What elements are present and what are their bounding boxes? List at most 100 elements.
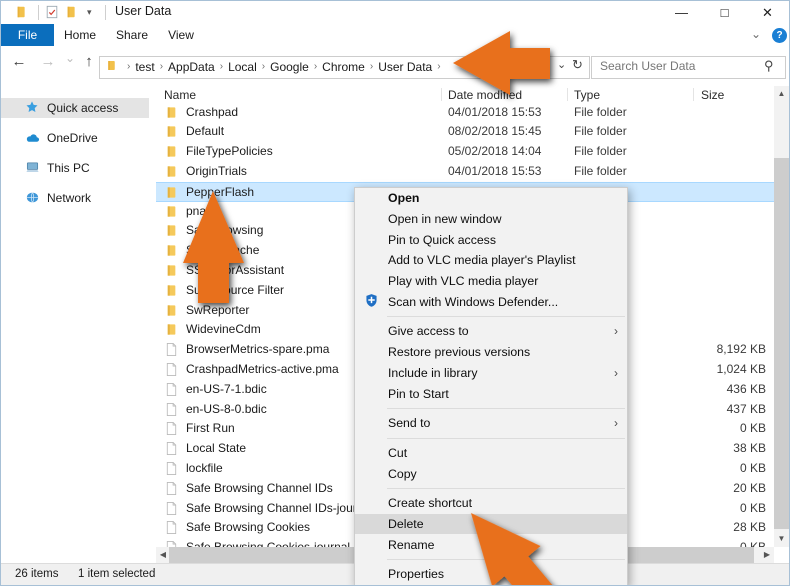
breadcrumb-sep: ›	[127, 61, 131, 72]
menu-item-delete[interactable]: Delete	[355, 513, 627, 535]
refresh-icon[interactable]: ↻	[572, 57, 583, 73]
menu-item-pin-to-start[interactable]: Pin to Start	[355, 383, 627, 404]
column-header-name[interactable]: Name	[164, 88, 196, 102]
customize-toolbar-chevron-icon[interactable]: ▾	[87, 7, 92, 17]
folder-icon	[164, 263, 180, 279]
menu-item-label: Delete	[388, 516, 424, 531]
menu-item-create-shortcut[interactable]: Create shortcut	[355, 493, 627, 514]
menu-item-give-access-to[interactable]: Give access to ›	[355, 321, 627, 342]
menu-item-scan-with-windows-defender[interactable]: Scan with Windows Defender...	[355, 291, 627, 312]
tab-view[interactable]: View	[158, 24, 204, 46]
sidebar-item-network[interactable]: Network	[1, 188, 149, 208]
file-name: CrashpadMetrics-active.pma	[186, 361, 339, 376]
sidebar-label: This PC	[47, 161, 90, 175]
menu-item-rename[interactable]: Rename	[355, 534, 627, 555]
menu-item-pin-to-quick-access[interactable]: Pin to Quick access	[355, 229, 627, 250]
menu-item-play-with-vlc-media-player[interactable]: Play with VLC media player	[355, 271, 627, 292]
scroll-up-icon[interactable]: ▲	[774, 86, 789, 102]
tab-share[interactable]: Share	[106, 24, 158, 46]
title-bar: ▾ User Data — □ ✕	[1, 1, 789, 24]
sidebar-label: OneDrive	[47, 131, 98, 145]
properties-icon[interactable]	[45, 5, 59, 24]
file-size: 0 KB	[739, 421, 766, 436]
file-icon	[164, 382, 180, 398]
menu-item-open[interactable]: Open	[355, 188, 627, 209]
column-divider[interactable]	[693, 88, 694, 101]
breadcrumb-item-appdata[interactable]: AppData	[168, 60, 215, 74]
tab-home[interactable]: Home	[54, 24, 106, 46]
menu-item-open-in-new-window[interactable]: Open in new window	[355, 209, 627, 230]
vertical-scroll-thumb[interactable]	[774, 158, 789, 529]
menu-item-copy[interactable]: Copy	[355, 463, 627, 484]
column-header-size[interactable]: Size	[701, 88, 724, 102]
vertical-scrollbar[interactable]: ▲ ▼	[774, 86, 789, 547]
menu-item-label: Play with VLC media player	[388, 274, 539, 289]
file-name: Subresource Filter	[186, 282, 285, 297]
breadcrumb-item-user-data[interactable]: User Data	[378, 60, 432, 74]
table-row[interactable]: OriginTrials 04/01/2018 15:53 File folder	[156, 162, 774, 182]
breadcrumb-item-local[interactable]: Local	[228, 60, 257, 74]
defender-icon	[364, 293, 380, 309]
file-date: 05/02/2018 14:04	[448, 144, 542, 159]
menu-item-label: Open in new window	[388, 212, 502, 227]
file-size: 28 KB	[733, 520, 766, 535]
address-dropdown-chevron-icon[interactable]: ⌄	[557, 58, 566, 71]
sidebar-item-this-pc[interactable]: This PC	[1, 158, 149, 178]
maximize-button[interactable]: □	[702, 1, 747, 24]
file-name: Safe Browsing Cookies-journal	[186, 540, 350, 547]
scroll-left-icon[interactable]: ◀	[156, 547, 170, 563]
scroll-right-icon[interactable]: ▶	[760, 547, 774, 563]
table-row[interactable]: Default 08/02/2018 15:45 File folder	[156, 122, 774, 142]
menu-item-include-in-library[interactable]: Include in library ›	[355, 363, 627, 384]
column-divider[interactable]	[441, 88, 442, 101]
menu-item-properties[interactable]: Properties	[355, 564, 627, 585]
menu-item-cut[interactable]: Cut	[355, 443, 627, 464]
scroll-down-icon[interactable]: ▼	[774, 531, 789, 547]
help-icon[interactable]: ?	[772, 28, 787, 43]
file-icon	[164, 342, 180, 358]
breadcrumb-item-google[interactable]: Google	[270, 60, 309, 74]
column-header-type[interactable]: Type	[574, 88, 600, 102]
minimize-button[interactable]: —	[659, 1, 704, 24]
table-row[interactable]: FileTypePolicies 05/02/2018 14:04 File fol…	[156, 142, 774, 162]
file-icon	[164, 520, 180, 536]
menu-item-label: Include in library	[388, 365, 478, 380]
file-name: SwReporter	[186, 302, 250, 317]
column-divider[interactable]	[567, 88, 568, 101]
selection-label: 1 item selected	[78, 568, 156, 580]
title-separator-1	[38, 5, 39, 20]
menu-item-label: Pin to Start	[388, 386, 449, 401]
file-name: PepperFlash	[186, 184, 255, 199]
close-button[interactable]: ✕	[745, 1, 789, 24]
navigation-pane: Quick access OneDrive This PC Network	[1, 84, 156, 547]
file-name: FileTypePolicies	[186, 144, 273, 159]
chevron-right-icon: ›	[614, 365, 618, 380]
ribbon-collapse-chevron-icon[interactable]: ⌄	[751, 27, 761, 41]
sidebar-item-quick-access[interactable]: Quick access	[1, 98, 149, 118]
file-size: 436 KB	[726, 381, 766, 396]
context-menu[interactable]: Open Open in new window Pin to Quick acces…	[354, 187, 628, 585]
breadcrumb-sep: ›	[437, 61, 441, 72]
tab-file[interactable]: File	[1, 24, 54, 46]
menu-separator	[387, 487, 625, 489]
ribbon-tab-bar: File Home Share View ⌄ ?	[1, 24, 789, 46]
forward-button[interactable]: →	[37, 53, 59, 70]
file-icon	[164, 481, 180, 497]
new-folder-icon[interactable]	[65, 5, 79, 24]
back-button[interactable]: ←	[8, 53, 30, 70]
breadcrumb-item-chrome[interactable]: Chrome	[322, 60, 365, 74]
menu-item-add-to-vlc-media-player-s-playlist[interactable]: Add to VLC media player's Playlist	[355, 250, 627, 271]
menu-item-restore-previous-versions[interactable]: Restore previous versions	[355, 342, 627, 363]
file-type: File folder	[574, 124, 627, 139]
table-row[interactable]: Crashpad 04/01/2018 15:53 File folder	[156, 103, 774, 123]
file-name: en-US-7-1.bdic	[186, 381, 267, 396]
breadcrumb-item-test[interactable]: test	[135, 60, 154, 74]
column-header-date[interactable]: Date modified	[448, 88, 522, 102]
sidebar-item-onedrive[interactable]: OneDrive	[1, 128, 149, 148]
breadcrumb-sep: ›	[219, 61, 224, 72]
cloud-icon	[25, 130, 41, 146]
file-name: en-US-8-0.bdic	[186, 401, 267, 416]
search-placeholder: Search User Data	[600, 59, 696, 73]
menu-item-send-to[interactable]: Send to ›	[355, 413, 627, 434]
up-button[interactable]: ↑	[78, 53, 100, 70]
